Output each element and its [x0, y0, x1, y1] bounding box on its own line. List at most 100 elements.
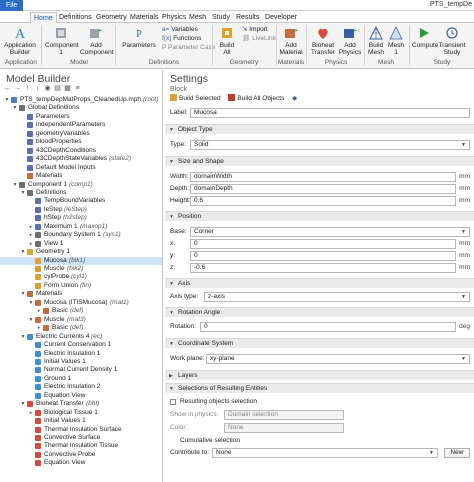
tree-twisty-icon[interactable] [28, 383, 34, 391]
mesh-1-button[interactable]: Mesh 1 [387, 25, 405, 56]
tree-node[interactable]: hStep (h2step) [0, 214, 162, 222]
resulting-objects-checkbox[interactable] [170, 399, 176, 405]
menu-icon[interactable]: ≡ [73, 85, 82, 93]
tree-twisty-icon[interactable] [20, 113, 26, 121]
functions-button[interactable]: f(x) Functions [162, 35, 201, 43]
tree-node[interactable]: Ground 1 [0, 375, 162, 383]
build-mesh-button[interactable]: Build Mesh [366, 25, 386, 56]
tree-twisty-icon[interactable] [28, 417, 34, 425]
tree-node[interactable]: Equation View [0, 459, 162, 467]
new-button[interactable]: New [444, 448, 470, 458]
position-section[interactable]: ▼ Position [165, 211, 474, 221]
show-in-physics-select[interactable]: Domain selection [224, 410, 344, 420]
import-button[interactable]: ⇲ Import [242, 26, 268, 34]
tree-twisty-icon[interactable] [20, 121, 26, 129]
tree-twisty-icon[interactable]: ▸ [36, 307, 42, 315]
tree-node[interactable]: ▸ View 1 [0, 240, 162, 248]
tree-twisty-icon[interactable]: ▸ [28, 231, 34, 239]
tree-twisty-icon[interactable] [28, 375, 34, 383]
tab-physics[interactable]: Physics [159, 12, 189, 23]
tree-twisty-icon[interactable] [20, 138, 26, 146]
tree-node[interactable]: Convective Surface [0, 434, 162, 442]
coordinate-system-section[interactable]: ▼ Coordinate System [165, 338, 474, 348]
add-component-button[interactable]: + Add Component [80, 25, 114, 56]
tab-developer[interactable]: Developer [262, 12, 300, 23]
object-type-section[interactable]: ▼ Object Type [165, 124, 474, 134]
contribute-select[interactable]: None ▼ [212, 448, 438, 458]
tab-definitions[interactable]: Definitions [56, 12, 95, 23]
height-input[interactable]: 0.6 [190, 196, 456, 206]
work-plane-select[interactable]: xy-plane ▼ [206, 354, 470, 364]
layers-section[interactable]: ▶ Layers [165, 370, 474, 380]
tree-node[interactable]: ▼ Mucosa (ITISMucosa) (mat1) [0, 299, 162, 307]
tree-twisty-icon[interactable]: ▸ [28, 409, 34, 417]
tab-geometry[interactable]: Geometry [93, 12, 130, 23]
tree-node[interactable]: Initial Values 1 [0, 417, 162, 425]
tree-node[interactable]: 43CDepthConditions [0, 147, 162, 155]
tree-node[interactable]: 43CDepthStateVariables (state2) [0, 155, 162, 163]
tree-node[interactable]: ▼ Materials [0, 290, 162, 298]
rotation-angle-section[interactable]: ▼ Rotation Angle [165, 307, 474, 317]
collapse-icon[interactable]: ▤ [53, 85, 62, 93]
axis-section[interactable]: ▼ Axis [165, 278, 474, 288]
tree-node[interactable]: ▼ Muscle (mat3) [0, 316, 162, 324]
compute-button[interactable]: Compute [412, 25, 438, 49]
bookmark-icon[interactable]: ◆ [292, 94, 297, 102]
tree-node[interactable]: Equation View [0, 392, 162, 400]
build-all-objects-button[interactable]: Build All Objects [228, 94, 284, 102]
color-select[interactable]: None [224, 423, 344, 433]
tree-node[interactable]: Convective Probe [0, 451, 162, 459]
variables-button[interactable]: a= Variables [162, 26, 198, 34]
parameters-button[interactable]: P Parameters [120, 25, 158, 49]
down-icon[interactable]: ↓ [33, 85, 42, 93]
tree-twisty-icon[interactable] [28, 197, 34, 205]
tree-twisty-icon[interactable] [28, 350, 34, 358]
tree-twisty-icon[interactable] [20, 164, 26, 172]
label-input[interactable]: Mucosa [190, 108, 470, 118]
type-select[interactable]: Solid ▼ [190, 140, 470, 150]
tree-node[interactable]: Form Union (fin) [0, 282, 162, 290]
tree-twisty-icon[interactable]: ▼ [20, 400, 26, 408]
application-builder-button[interactable]: A Application Builder [3, 25, 37, 56]
tree-node[interactable]: Electric Insulation 1 [0, 350, 162, 358]
tree-twisty-icon[interactable]: ▼ [28, 316, 34, 324]
axis-type-select[interactable]: z-axis ▼ [204, 292, 470, 302]
tree-node[interactable]: geometryVariables [0, 130, 162, 138]
back-icon[interactable]: ← [3, 85, 12, 93]
tree-node[interactable]: Default Model Inputs [0, 164, 162, 172]
tree-twisty-icon[interactable] [28, 434, 34, 442]
tree-node[interactable]: ▼ Bioheat Transfer (bht) [0, 400, 162, 408]
tree-node[interactable]: ▼ Geometry 1 [0, 248, 162, 256]
tree-twisty-icon[interactable] [20, 130, 26, 138]
tree-twisty-icon[interactable]: ▼ [20, 189, 26, 197]
tree-twisty-icon[interactable] [20, 172, 26, 180]
tree-twisty-icon[interactable] [28, 426, 34, 434]
tree-twisty-icon[interactable] [28, 392, 34, 400]
tree-node[interactable]: Mucosa (blk1) [0, 256, 162, 265]
tree-twisty-icon[interactable]: ▼ [20, 333, 26, 341]
add-material-button[interactable]: + Add Material [279, 25, 303, 56]
base-select[interactable]: Corner ▼ [190, 227, 470, 237]
bioheat-transfer-button[interactable]: Bioheat Transfer [309, 25, 337, 56]
tree-twisty-icon[interactable]: ▼ [20, 290, 26, 298]
tree-twisty-icon[interactable]: ▼ [28, 299, 34, 307]
tree-twisty-icon[interactable] [20, 147, 26, 155]
tree-node[interactable]: ▼ Definitions [0, 189, 162, 197]
tree-node[interactable]: ▼ PTS_tempDepMatProps_CleanedUp.mph (root) [0, 96, 162, 104]
tree-twisty-icon[interactable]: ▸ [28, 240, 34, 248]
tree-twisty-icon[interactable] [28, 366, 34, 374]
tab-materials[interactable]: Materials [127, 12, 161, 23]
component-button[interactable]: Component 1 [45, 25, 79, 56]
tree-twisty-icon[interactable] [28, 442, 34, 450]
tree-twisty-icon[interactable] [28, 282, 34, 290]
parameter-case-button[interactable]: P Parameter Case [162, 44, 215, 52]
tree-node[interactable]: Parameters [0, 113, 162, 121]
tree-node[interactable]: ▸ Basic (def) [0, 324, 162, 332]
transient-study-button[interactable]: Transient Study [438, 25, 466, 56]
tree-node[interactable]: ▸ Boundary System 1 (sys1) [0, 231, 162, 239]
tree-twisty-icon[interactable] [28, 265, 34, 273]
y-input[interactable]: 0 [190, 251, 456, 261]
tab-mesh[interactable]: Mesh [186, 12, 209, 23]
x-input[interactable]: 0 [190, 239, 456, 249]
tree-node[interactable]: ▼ Electric Currents 4 (ec) [0, 333, 162, 341]
